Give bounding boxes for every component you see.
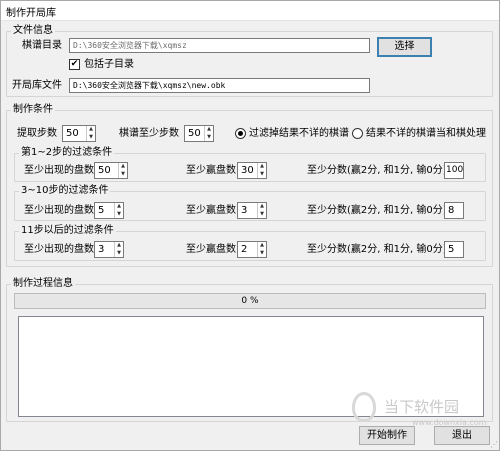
spin-up-icon[interactable]: ▲ xyxy=(115,203,123,211)
spin-down-icon[interactable]: ▼ xyxy=(87,134,95,142)
window-title: 制作开局库 xyxy=(6,8,56,19)
watermark-logo-icon xyxy=(352,392,376,422)
min-wins-spinner[interactable]: 2 ▲ ▼ xyxy=(237,241,267,258)
min-wins-label: 至少赢盘数 xyxy=(186,205,236,216)
resize-grip-icon[interactable]: ⋰ xyxy=(490,440,498,449)
min-wins-value: 2 xyxy=(241,244,248,255)
min-games-spinner[interactable]: 5 ▲ ▼ xyxy=(94,202,124,219)
min-score-spinner[interactable]: 5 xyxy=(444,241,464,258)
spin-down-icon[interactable]: ▼ xyxy=(115,250,123,258)
min-games-value: 50 xyxy=(98,165,111,176)
spin-up-icon[interactable]: ▲ xyxy=(87,126,95,134)
filter-group-2-legend: 3~10步的过滤条件 xyxy=(19,185,111,197)
min-games-label: 至少出现的盘数 xyxy=(24,244,94,255)
start-button[interactable]: 开始制作 xyxy=(359,426,415,445)
spin-down-icon[interactable]: ▼ xyxy=(258,211,266,219)
spin-up-icon[interactable]: ▲ xyxy=(258,203,266,211)
min-wins-spinner[interactable]: 30 ▲ ▼ xyxy=(237,162,267,179)
min-score-value: 100 xyxy=(446,165,464,175)
min-games-label: 至少出现的盘数 xyxy=(24,205,94,216)
min-wins-spinner[interactable]: 3 ▲ ▼ xyxy=(237,202,267,219)
filter-group-3-legend: 11步以后的过滤条件 xyxy=(19,225,116,237)
include-subdir-label: 包括子目录 xyxy=(84,59,134,70)
conditions-legend: 制作条件 xyxy=(11,104,55,116)
min-score-spinner[interactable]: 100 xyxy=(444,162,464,179)
include-subdir-checkbox[interactable]: ✔ xyxy=(69,59,80,70)
spin-up-icon[interactable]: ▲ xyxy=(205,126,213,134)
min-games-spinner[interactable]: 50 ▲ ▼ xyxy=(94,162,128,179)
min-score-spinner[interactable]: 8 xyxy=(444,202,464,219)
spin-down-icon[interactable]: ▼ xyxy=(205,134,213,142)
dir-label: 棋谱目录 xyxy=(22,40,62,51)
min-wins-label: 至少赢盘数 xyxy=(186,165,236,176)
min-score-label: 至少分数(赢2分, 和1分, 输0分) xyxy=(307,205,447,216)
extract-steps-spinner[interactable]: 50 ▲ ▼ xyxy=(62,125,96,142)
spin-down-icon[interactable]: ▼ xyxy=(258,171,266,179)
min-games-value: 5 xyxy=(98,205,105,216)
min-score-value: 5 xyxy=(448,244,455,255)
output-file-label: 开局库文件 xyxy=(12,80,62,91)
unknown-as-draw-label: 结果不详的棋谱当和棋处理 xyxy=(366,128,486,139)
min-score-value: 8 xyxy=(448,205,455,216)
dir-input[interactable]: D:\360安全浏览器下载\xqmsz xyxy=(69,38,370,53)
file-info-legend: 文件信息 xyxy=(11,25,55,37)
exit-button[interactable]: 退出 xyxy=(434,426,490,445)
checkmark-icon: ✔ xyxy=(70,59,79,69)
min-score-label: 至少分数(赢2分, 和1分, 输0分) xyxy=(307,244,447,255)
extract-steps-value: 50 xyxy=(66,128,79,139)
process-legend: 制作过程信息 xyxy=(11,278,75,290)
spin-down-icon[interactable]: ▼ xyxy=(115,211,123,219)
min-steps-label: 棋谱至少步数 xyxy=(119,128,179,139)
min-steps-spinner[interactable]: 50 ▲ ▼ xyxy=(184,125,214,142)
output-file-input[interactable]: D:\360安全浏览器下载\xqmsz\new.obk xyxy=(69,78,370,93)
spin-up-icon[interactable]: ▲ xyxy=(119,163,127,171)
min-steps-value: 50 xyxy=(188,128,201,139)
unknown-as-draw-radio[interactable] xyxy=(352,128,363,139)
filter-unknown-label: 过滤掉结果不详的棋谱 xyxy=(249,128,349,139)
spin-down-icon[interactable]: ▼ xyxy=(258,250,266,258)
spin-down-icon[interactable]: ▼ xyxy=(119,171,127,179)
min-games-value: 3 xyxy=(98,244,105,255)
title-bar[interactable]: 制作开局库 xyxy=(1,1,499,21)
browse-button[interactable]: 选择 xyxy=(377,37,432,57)
filter-group-1-legend: 第1~2步的过滤条件 xyxy=(19,147,115,159)
min-wins-value: 3 xyxy=(241,205,248,216)
progress-bar: 0 % xyxy=(14,293,486,309)
min-games-spinner[interactable]: 3 ▲ ▼ xyxy=(94,241,124,258)
spin-up-icon[interactable]: ▲ xyxy=(258,242,266,250)
min-wins-value: 30 xyxy=(241,165,254,176)
watermark-brand: 当下软件园 xyxy=(384,398,460,416)
spin-up-icon[interactable]: ▲ xyxy=(115,242,123,250)
filter-unknown-radio[interactable] xyxy=(235,128,246,139)
min-games-label: 至少出现的盘数 xyxy=(24,165,94,176)
min-wins-label: 至少赢盘数 xyxy=(186,244,236,255)
extract-steps-label: 提取步数 xyxy=(17,128,57,139)
min-score-label: 至少分数(赢2分, 和1分, 输0分) xyxy=(307,165,447,176)
spin-up-icon[interactable]: ▲ xyxy=(258,163,266,171)
